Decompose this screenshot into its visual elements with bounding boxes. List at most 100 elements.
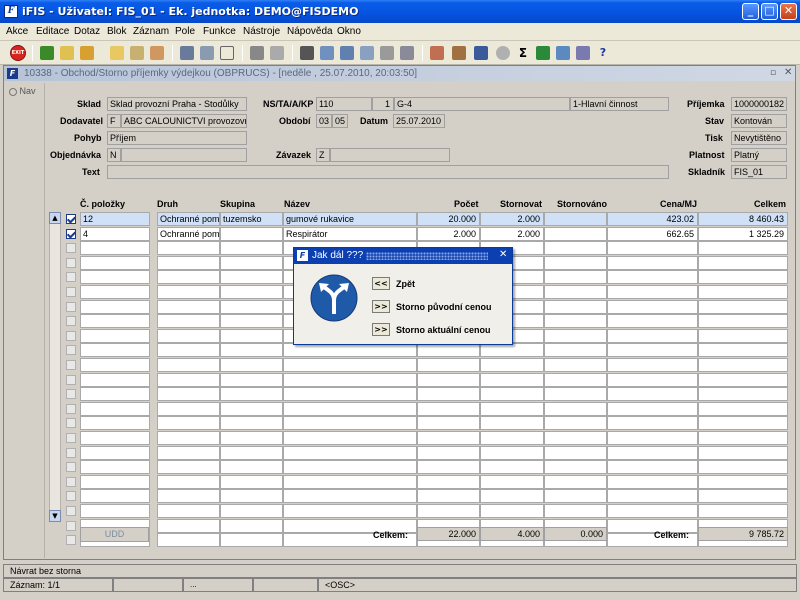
cell-druh[interactable]	[157, 300, 220, 314]
cell-druh[interactable]	[157, 416, 220, 430]
row-checkbox[interactable]	[66, 521, 76, 531]
cell-stornovano[interactable]	[544, 489, 607, 503]
minimize-button[interactable]: _	[742, 3, 759, 20]
storno-aktualni-button[interactable]: >>	[372, 323, 390, 336]
cell-stornovat[interactable]	[480, 431, 544, 445]
cell-stornovat[interactable]	[480, 460, 544, 474]
cell-nazev[interactable]	[283, 446, 417, 460]
cell-druh[interactable]: Ochranné pomů	[157, 212, 220, 226]
udd-button[interactable]: UDD	[80, 527, 149, 542]
cell-cena[interactable]	[607, 373, 698, 387]
scroll-down-icon[interactable]: ▼	[49, 510, 61, 522]
cell-druh[interactable]: Ochranné pomů	[157, 227, 220, 241]
menu-zaznam[interactable]: Záznam	[133, 26, 169, 37]
cell-nazev[interactable]	[283, 504, 417, 518]
filter-icon[interactable]	[220, 46, 234, 60]
cell-skupina[interactable]	[220, 519, 283, 533]
cell-cena[interactable]: 662.65	[607, 227, 698, 241]
cell-celkem[interactable]: 8 460.43	[698, 212, 788, 226]
cell-cena[interactable]	[607, 358, 698, 372]
cell-stornovano[interactable]	[544, 241, 607, 255]
cell-skupina[interactable]	[220, 300, 283, 314]
print-preview-icon[interactable]	[270, 46, 284, 60]
row-checkbox[interactable]	[66, 272, 76, 282]
clock-icon[interactable]	[496, 46, 510, 60]
cell-pocet[interactable]	[417, 504, 480, 518]
cell-pocet[interactable]	[417, 489, 480, 503]
cell-skupina[interactable]	[220, 504, 283, 518]
cell-skupina[interactable]	[220, 343, 283, 357]
kp-field[interactable]: 1-Hlavní činnost	[570, 97, 669, 111]
cell-stornovat[interactable]	[480, 373, 544, 387]
cell-stornovano[interactable]	[544, 358, 607, 372]
cell-cena[interactable]	[607, 256, 698, 270]
cell-druh[interactable]	[157, 475, 220, 489]
cell-cena[interactable]	[607, 402, 698, 416]
cell-druh[interactable]	[157, 504, 220, 518]
row-checkbox[interactable]	[66, 448, 76, 458]
cell-celkem[interactable]	[698, 402, 788, 416]
cell-cislo[interactable]	[80, 387, 150, 401]
cell-celkem[interactable]	[698, 416, 788, 430]
cell-cislo[interactable]	[80, 300, 150, 314]
cell-celkem[interactable]	[698, 504, 788, 518]
menu-okno[interactable]: Okno	[337, 26, 361, 37]
cell-cena[interactable]	[607, 489, 698, 503]
cell-skupina[interactable]	[220, 373, 283, 387]
cell-cislo[interactable]	[80, 416, 150, 430]
back-label[interactable]: Zpět	[396, 279, 415, 289]
chart-icon[interactable]	[474, 46, 488, 60]
cell-druh[interactable]	[157, 489, 220, 503]
cell-celkem[interactable]	[698, 256, 788, 270]
row-checkbox[interactable]	[66, 418, 76, 428]
cell-druh[interactable]	[157, 387, 220, 401]
cell-stornovat[interactable]: 2.000	[480, 227, 544, 241]
row-checkbox[interactable]	[66, 302, 76, 312]
execute-query-icon[interactable]	[130, 46, 144, 60]
cell-skupina[interactable]	[220, 270, 283, 284]
cell-nazev[interactable]	[283, 489, 417, 503]
cell-stornovano[interactable]	[544, 460, 607, 474]
cell-cena[interactable]	[607, 504, 698, 518]
skladnik-field[interactable]: FIS_01	[731, 165, 787, 179]
storno-puvodni-button[interactable]: >>	[372, 300, 390, 313]
cell-cislo[interactable]	[80, 256, 150, 270]
row-checkbox[interactable]	[66, 375, 76, 385]
cell-skupina[interactable]	[220, 416, 283, 430]
cell-druh[interactable]	[157, 358, 220, 372]
cell-celkem[interactable]	[698, 475, 788, 489]
delete-icon[interactable]	[80, 46, 94, 60]
print-icon[interactable]	[250, 46, 264, 60]
cell-cislo[interactable]	[80, 270, 150, 284]
nav-button[interactable]: Nav	[6, 83, 42, 99]
cell-druh[interactable]	[157, 519, 220, 533]
cell-celkem[interactable]	[698, 373, 788, 387]
cell-celkem[interactable]	[698, 446, 788, 460]
storno-puvodni-label[interactable]: Storno původní cenou	[396, 302, 492, 312]
cell-pocet[interactable]	[417, 358, 480, 372]
dialog-close-icon[interactable]: ✕	[499, 249, 507, 260]
cell-cislo[interactable]	[80, 241, 150, 255]
save-icon[interactable]	[60, 46, 74, 60]
cell-cena[interactable]	[607, 446, 698, 460]
cell-druh[interactable]	[157, 460, 220, 474]
cell-druh[interactable]	[157, 329, 220, 343]
a-field[interactable]: G-4	[394, 97, 570, 111]
cell-cislo[interactable]	[80, 329, 150, 343]
cell-cislo[interactable]	[80, 314, 150, 328]
cell-skupina[interactable]	[220, 460, 283, 474]
cell-celkem[interactable]	[698, 285, 788, 299]
sort-icon[interactable]	[180, 46, 194, 60]
cell-celkem[interactable]	[698, 314, 788, 328]
cell-stornovano[interactable]	[544, 475, 607, 489]
stav-field[interactable]: Kontován	[731, 114, 787, 128]
cell-cena[interactable]	[607, 285, 698, 299]
row-checkbox[interactable]	[66, 477, 76, 487]
cell-cena[interactable]	[607, 475, 698, 489]
obdobi-2-field[interactable]: 05	[332, 114, 348, 128]
cell-nazev[interactable]: gumové rukavice	[283, 212, 417, 226]
row-checkbox[interactable]	[66, 433, 76, 443]
cell-skupina[interactable]	[220, 358, 283, 372]
cell-druh[interactable]	[157, 373, 220, 387]
cell-druh[interactable]	[157, 241, 220, 255]
